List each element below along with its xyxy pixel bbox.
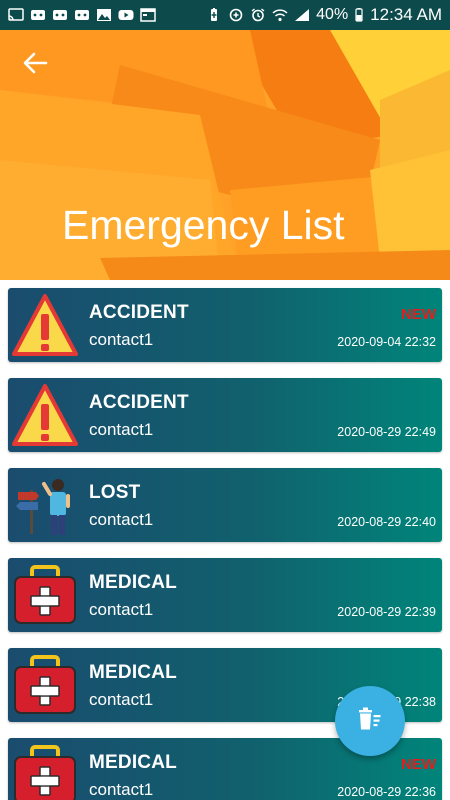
list-item[interactable]: MEDICAL contact1 2020-08-29 22:39 — [8, 558, 442, 632]
item-type: MEDICAL — [89, 752, 177, 773]
item-contact: contact1 — [89, 690, 154, 709]
item-contact: contact1 — [89, 780, 154, 799]
battery-saver-icon — [206, 8, 222, 22]
list-item[interactable]: ACCIDENT contact1 2020-08-29 22:49 — [8, 378, 442, 452]
medical-kit-icon — [12, 652, 78, 718]
calendar-icon — [140, 8, 156, 22]
item-type: ACCIDENT — [89, 302, 189, 323]
item-contact: contact1 — [89, 510, 154, 529]
signal-icon — [294, 8, 310, 22]
list-item[interactable]: LOST contact1 2020-08-29 22:40 — [8, 468, 442, 542]
item-date: 2020-08-29 22:39 — [337, 605, 436, 619]
status-bar-left-icons — [8, 8, 156, 22]
delete-list-icon — [356, 705, 384, 738]
header-banner: Emergency List — [0, 30, 450, 280]
game-icon — [74, 8, 90, 22]
youtube-icon — [118, 8, 134, 22]
status-bar-right: 40% 12:34 AM — [206, 5, 442, 25]
app-screen: 40% 12:34 AM Emergency List ACCIDENT con… — [0, 0, 450, 800]
item-contact: contact1 — [89, 600, 154, 619]
item-date: 2020-09-04 22:32 — [337, 335, 436, 349]
game-icon — [30, 8, 46, 22]
back-button[interactable] — [18, 50, 52, 80]
warning-icon — [12, 382, 78, 448]
item-contact: contact1 — [89, 330, 154, 349]
delete-list-fab[interactable] — [335, 686, 405, 756]
new-badge: NEW — [401, 306, 436, 323]
battery-icon — [354, 8, 364, 22]
item-date: 2020-08-29 22:36 — [337, 785, 436, 799]
item-type: LOST — [89, 482, 141, 503]
cast-icon — [8, 8, 24, 22]
status-time: 12:34 AM — [370, 5, 442, 24]
medical-kit-icon — [12, 562, 78, 628]
item-type: MEDICAL — [89, 572, 177, 593]
warning-icon — [12, 292, 78, 358]
back-arrow-icon — [22, 52, 48, 79]
alarm-icon — [250, 8, 266, 22]
wifi-icon — [272, 8, 288, 22]
item-contact: contact1 — [89, 420, 154, 439]
new-badge: NEW — [401, 756, 436, 773]
list-item[interactable]: ACCIDENT contact1 NEW 2020-09-04 22:32 — [8, 288, 442, 362]
lost-person-icon — [12, 472, 78, 538]
status-bar: 40% 12:34 AM — [0, 0, 450, 30]
medical-kit-icon — [12, 742, 78, 800]
gallery-icon — [96, 8, 112, 22]
item-type: ACCIDENT — [89, 392, 189, 413]
item-date: 2020-08-29 22:49 — [337, 425, 436, 439]
item-type: MEDICAL — [89, 662, 177, 683]
page-title: Emergency List — [62, 202, 345, 248]
battery-percent: 40% — [316, 6, 349, 23]
data-saver-icon — [228, 8, 244, 22]
game-icon — [52, 8, 68, 22]
item-date: 2020-08-29 22:40 — [337, 515, 436, 529]
